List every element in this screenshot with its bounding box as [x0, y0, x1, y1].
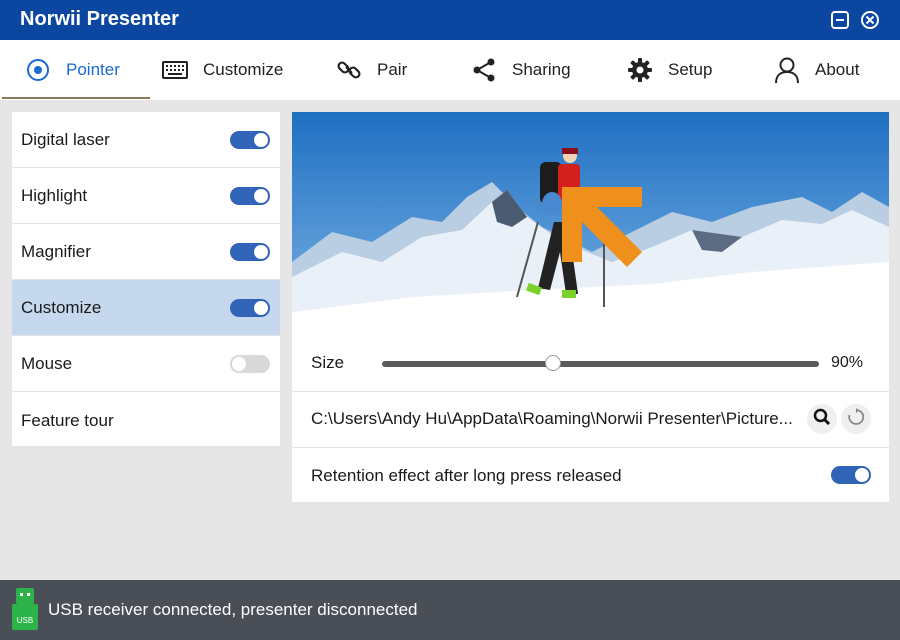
highlight-toggle[interactable] [230, 187, 270, 205]
customize-toggle[interactable] [230, 299, 270, 317]
pointer-icon [24, 56, 52, 84]
retention-row: Retention effect after long press releas… [292, 447, 889, 502]
tab-customize[interactable]: Customize [161, 40, 283, 100]
svg-text:USB: USB [17, 616, 33, 625]
reset-button[interactable] [841, 404, 871, 434]
tab-label: About [815, 60, 860, 79]
tab-sharing[interactable]: Sharing [470, 40, 571, 100]
title-bar: Norwii Presenter [0, 0, 900, 40]
size-slider-thumb[interactable] [545, 355, 561, 371]
sidebar-item-label: Digital laser [21, 129, 110, 149]
sidebar-item-feature-tour[interactable]: Feature tour [12, 392, 280, 450]
keyboard-icon [161, 56, 189, 84]
tab-label: Setup [668, 60, 713, 79]
tab-pointer[interactable]: Pointer [24, 40, 120, 100]
sidebar-item-digital-laser[interactable]: Digital laser [12, 112, 280, 168]
size-row: Size 90% [292, 335, 889, 391]
tab-label: Customize [203, 60, 284, 79]
pointer-settings: Size 90% C:\Users\Andy Hu\AppData\Roamin… [292, 335, 889, 502]
sidebar-item-mouse[interactable]: Mouse [12, 336, 280, 392]
size-slider[interactable] [382, 361, 819, 367]
picture-path-row: C:\Users\Andy Hu\AppData\Roaming\Norwii … [292, 391, 889, 447]
size-value: 90% [831, 354, 864, 371]
status-bar: USB USB receiver connected, presenter di… [0, 580, 900, 640]
sidebar-item-customize[interactable]: Customize [12, 280, 280, 336]
pointer-preview-image [292, 112, 889, 335]
share-icon [470, 56, 498, 84]
main-nav: Pointer Customize Pair Sharing Setup Abo… [0, 40, 900, 100]
tab-label: Sharing [512, 60, 571, 79]
magnifier-toggle[interactable] [230, 243, 270, 261]
sidebar-item-highlight[interactable]: Highlight [12, 168, 280, 224]
tab-pair[interactable]: Pair [335, 40, 407, 100]
search-icon [813, 408, 831, 431]
retention-toggle[interactable] [831, 466, 871, 484]
sidebar-item-label: Magnifier [21, 241, 91, 261]
usb-icon: USB [12, 588, 38, 630]
sidebar-item-label: Mouse [21, 353, 73, 373]
link-icon [335, 56, 363, 84]
picture-path: C:\Users\Andy Hu\AppData\Roaming\Norwii … [311, 409, 793, 428]
tab-about[interactable]: About [773, 40, 859, 100]
sidebar-item-label: Customize [21, 297, 102, 317]
retention-label: Retention effect after long press releas… [311, 466, 622, 485]
size-label: Size [311, 353, 345, 372]
minimize-icon[interactable] [830, 10, 850, 30]
gear-icon [626, 56, 654, 84]
reset-icon [847, 407, 865, 431]
tab-label: Pair [377, 60, 408, 79]
feature-sidebar: Digital laser Highlight Magnifier Custom… [12, 112, 280, 446]
browse-button[interactable] [807, 404, 837, 434]
sidebar-item-label: Highlight [21, 185, 88, 205]
tab-label: Pointer [66, 60, 120, 79]
sidebar-item-magnifier[interactable]: Magnifier [12, 224, 280, 280]
close-icon[interactable] [860, 10, 880, 30]
active-tab-indicator [2, 97, 150, 99]
digital-laser-toggle[interactable] [230, 131, 270, 149]
sidebar-item-label: Feature tour [21, 411, 114, 430]
app-title: Norwii Presenter [20, 8, 179, 30]
user-icon [773, 56, 801, 84]
mouse-toggle[interactable] [230, 355, 270, 373]
status-message: USB receiver connected, presenter discon… [48, 600, 418, 619]
tab-setup[interactable]: Setup [626, 40, 712, 100]
